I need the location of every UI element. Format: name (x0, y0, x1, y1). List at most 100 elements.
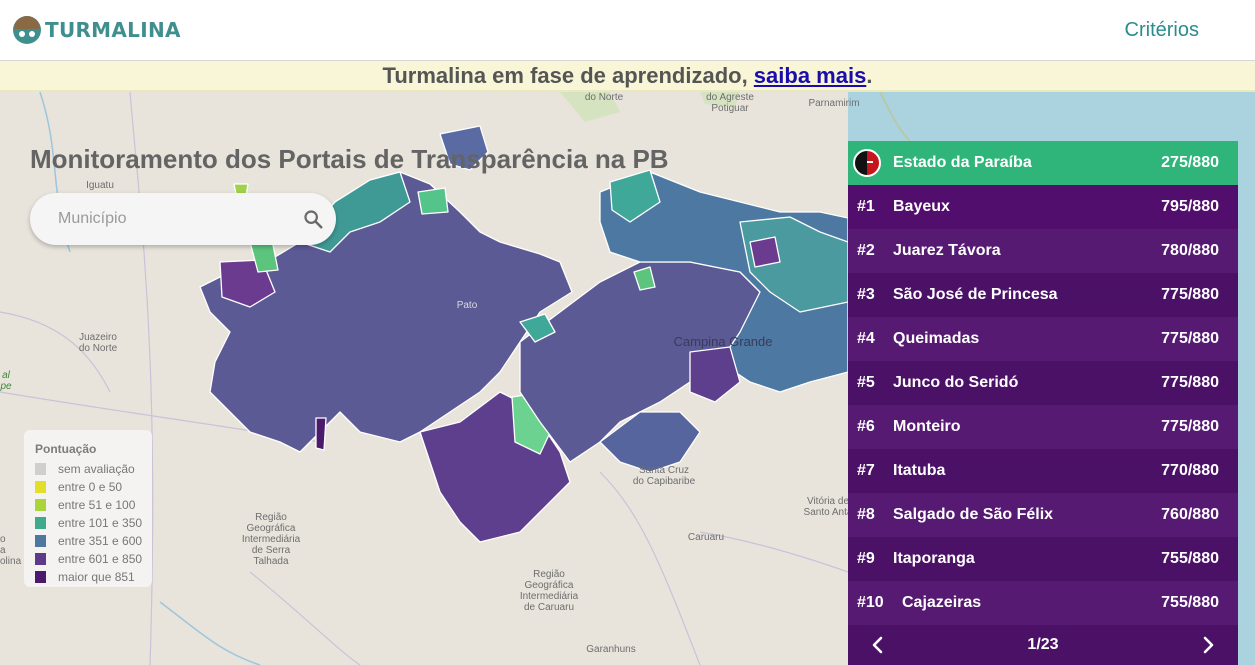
map-label-campina-grande: Campina Grande (673, 334, 773, 349)
municipality-name: Juarez Távora (893, 242, 1001, 259)
ranking-row[interactable]: #2 Juarez Távora 780/880 (848, 229, 1238, 273)
page-title: Monitoramento dos Portais de Transparênc… (30, 144, 669, 174)
legend-label: maior que 851 (58, 570, 135, 584)
legend-item: entre 0 e 50 (35, 478, 152, 496)
rank-position: #5 (857, 374, 875, 391)
legend-swatch (35, 553, 46, 565)
ranking-row[interactable]: #8 Salgado de São Félix 760/880 (848, 493, 1238, 537)
municipality-name: Queimadas (893, 330, 980, 347)
region-campina (689, 346, 741, 403)
legend-item: sem avaliação (35, 460, 152, 478)
municipality-score: 775/880 (1161, 418, 1219, 435)
municipality-score: 775/880 (1161, 286, 1219, 303)
map-label-juazeiro: Juazeiro do Norte (78, 332, 118, 354)
municipality-score: 755/880 (1161, 550, 1219, 567)
banner-text: Turmalina em fase de aprendizado, (382, 63, 754, 88)
map-label-serra-talhada: Região Geográfica Intermediária de Serra… (241, 512, 301, 567)
municipality-name: Junco do Seridó (893, 374, 1019, 391)
municipality-name: Itatuba (893, 462, 946, 479)
ranking-pager: 1/23 (848, 625, 1238, 665)
rank-position: #7 (857, 462, 875, 479)
municipality-name: Monteiro (893, 418, 961, 435)
rank-position: #4 (857, 330, 875, 347)
ranking-row[interactable]: #1 Bayeux 795/880 (848, 185, 1238, 229)
chevron-right-icon[interactable] (1198, 635, 1218, 655)
search-icon[interactable] (302, 208, 324, 230)
rank-position: #2 (857, 242, 875, 259)
municipality-name: Itaporanga (893, 550, 975, 567)
state-ranking-row[interactable]: Estado da Paraíba 275/880 (848, 141, 1238, 185)
municipality-score: 760/880 (1161, 506, 1219, 523)
region-northwest-light (417, 187, 449, 215)
rank-position: #6 (857, 418, 875, 435)
legend-swatch (35, 517, 46, 529)
ranking-row[interactable]: #3 São José de Princesa 775/880 (848, 273, 1238, 317)
map-label-caruaru-region: Região Geográfica Intermediária de Carua… (519, 569, 579, 613)
map-label-parnamirim: Parnamirim (808, 98, 860, 109)
map-label-pato: Pato (456, 300, 478, 311)
legend-swatch (35, 571, 46, 583)
legend-label: sem avaliação (58, 462, 135, 476)
legend-swatch (35, 499, 46, 511)
map-label-agreste-potiguar: do Agreste Potiguar (706, 92, 754, 114)
turmalina-logo-icon (13, 16, 41, 44)
municipality-score: 755/880 (1161, 594, 1219, 611)
announcement-banner: Turmalina em fase de aprendizado, saiba … (0, 61, 1255, 91)
rank-position: #1 (857, 198, 875, 215)
ranking-row[interactable]: #5 Junco do Seridó 775/880 (848, 361, 1238, 405)
municipality-name: São José de Princesa (893, 286, 1058, 303)
legend-swatch (35, 535, 46, 547)
state-name: Estado da Paraíba (893, 154, 1032, 171)
legend-swatch (35, 481, 46, 493)
turmalina-logo[interactable]: TURMALINA (12, 14, 181, 46)
legend-item: entre 351 e 600 (35, 532, 152, 550)
legend-label: entre 601 e 850 (58, 552, 143, 566)
ranking-panel: Estado da Paraíba 275/880 #1 Bayeux 795/88… (848, 141, 1238, 665)
region-coast-purple (749, 236, 781, 268)
chevron-left-icon[interactable] (868, 635, 888, 655)
legend-item: entre 601 e 850 (35, 550, 152, 568)
municipality-search[interactable] (30, 193, 336, 245)
map-label-left-edge-2: o a olina (0, 534, 22, 567)
legend-title: Pontuação (35, 442, 97, 456)
map-label-iguatu: Iguatu (86, 180, 114, 191)
rank-position: #3 (857, 286, 875, 303)
logo-text: TURMALINA (45, 18, 181, 42)
legend-item: maior que 851 (35, 568, 152, 586)
state-score: 275/880 (1161, 154, 1219, 171)
ranking-row[interactable]: #9 Itaporanga 755/880 (848, 537, 1238, 581)
map-label-caruaru: Caruaru (687, 532, 725, 543)
rank-position: #9 (857, 550, 875, 567)
map-label-left-edge: al pe (0, 370, 12, 392)
page-indicator: 1/23 (1027, 636, 1059, 653)
ranking-row[interactable]: #6 Monteiro 775/880 (848, 405, 1238, 449)
ranking-row[interactable]: #10 Cajazeiras 755/880 (848, 581, 1238, 625)
ranking-row[interactable]: #7 Itatuba 770/880 (848, 449, 1238, 493)
municipality-score: 795/880 (1161, 198, 1219, 215)
ranking-row[interactable]: #4 Queimadas 775/880 (848, 317, 1238, 361)
municipality-name: Bayeux (893, 198, 950, 215)
criteria-link[interactable]: Critérios (1125, 19, 1199, 42)
map-label-do-norte: do Norte (584, 92, 624, 103)
legend-item: entre 51 e 100 (35, 496, 152, 514)
legend-label: entre 101 e 350 (58, 516, 143, 530)
top-navbar: TURMALINA Critérios (0, 0, 1255, 61)
municipality-score: 780/880 (1161, 242, 1219, 259)
municipality-name: Salgado de São Félix (893, 506, 1054, 523)
municipality-score: 770/880 (1161, 462, 1219, 479)
legend-item: entre 101 e 350 (35, 514, 152, 532)
region-small-dark (315, 417, 327, 451)
legend-label: entre 51 e 100 (58, 498, 136, 512)
legend-swatch (35, 463, 46, 475)
legend-label: entre 0 e 50 (58, 480, 123, 494)
paraiba-flag-icon (853, 149, 881, 177)
rank-position: #8 (857, 506, 875, 523)
legend-label: entre 351 e 600 (58, 534, 143, 548)
learn-more-link[interactable]: saiba mais (754, 63, 867, 88)
banner-period: . (866, 63, 873, 88)
map-label-garanhuns: Garanhuns (586, 644, 636, 655)
search-input[interactable] (58, 193, 298, 245)
municipality-score: 775/880 (1161, 330, 1219, 347)
map-label-santa-cruz: Santa Cruz do Capibaribe (632, 465, 696, 487)
municipality-name: Cajazeiras (902, 594, 982, 611)
